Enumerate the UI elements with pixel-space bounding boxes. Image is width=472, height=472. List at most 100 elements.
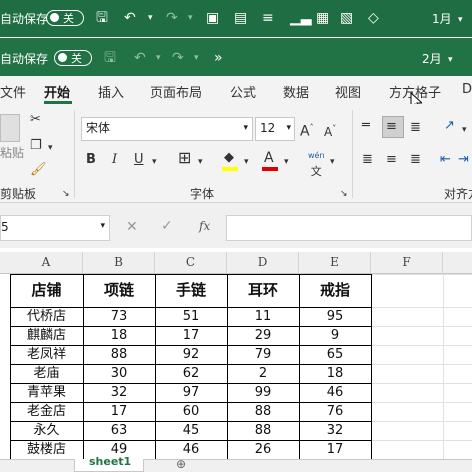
enter-icon[interactable]: ✓ [161,218,173,234]
undo-dropdown-icon[interactable]: ▾ [156,50,161,66]
tab-page-layout[interactable]: 页面布局 [150,82,202,101]
table-cell[interactable]: 60 [155,402,227,421]
table-cell[interactable]: 鼓楼店 [10,440,83,459]
table-cell[interactable]: 73 [83,307,155,326]
align-bottom-icon[interactable]: ≣ [410,120,421,136]
cancel-icon[interactable]: ✕ [126,219,138,235]
table-cell[interactable]: 46 [155,440,227,459]
table-header-cell[interactable]: 戒指 [299,274,371,307]
paste-button[interactable]: 粘贴 [0,144,24,161]
table-cell[interactable]: 9 [299,326,371,345]
table-cell[interactable]: 麒麟店 [10,326,83,345]
more-commands-icon[interactable]: » [214,50,223,66]
tab-data[interactable]: 数据 [283,82,309,101]
tab-file[interactable]: 文件 [0,82,26,101]
quick-access-icon-3[interactable]: ≡ [262,10,274,26]
table-cell[interactable]: 65 [299,345,371,364]
table-cell[interactable]: 18 [299,364,371,383]
paste-clipboard-icon[interactable] [0,114,20,142]
table-cell[interactable]: 32 [83,383,155,402]
table-cell[interactable]: 29 [227,326,299,345]
table-cell[interactable]: 62 [155,364,227,383]
autosave-toggle[interactable]: 关 [54,50,92,66]
font-name-select[interactable]: 宋体 ▾ [81,117,253,141]
table-cell[interactable]: 青苹果 [10,383,83,402]
table-cell[interactable]: 63 [83,421,155,440]
quick-access-icon-1[interactable]: ▣ [206,10,219,26]
table-cell[interactable]: 30 [83,364,155,383]
column-header-a[interactable]: A [10,252,83,274]
column-header-b[interactable]: B [83,252,155,274]
table-cell[interactable]: 2 [227,364,299,383]
autosave-toggle[interactable]: 关 [46,10,84,26]
orientation-dropdown-icon[interactable]: ▾ [462,122,467,138]
copy-icon[interactable]: ❐ [30,138,42,154]
table-cell[interactable]: 88 [227,421,299,440]
table-cell[interactable]: 46 [299,383,371,402]
table-cell[interactable]: 97 [155,383,227,402]
redo-dropdown-icon[interactable]: ▾ [194,50,199,66]
format-painter-icon[interactable]: 🖌 [30,162,47,178]
table-cell[interactable]: 17 [83,402,155,421]
fill-color-icon[interactable]: ◆ [224,150,234,166]
font-size-select[interactable]: 12 ▾ [255,117,295,141]
cut-icon[interactable]: ✂ [30,112,41,128]
filename-dropdown-icon[interactable]: ▾ [458,12,463,28]
table-cell[interactable]: 99 [227,383,299,402]
underline-button[interactable]: U [134,152,144,168]
redo-icon[interactable]: ↷ [172,50,184,66]
table-header-cell[interactable]: 耳环 [227,274,299,307]
table-cell[interactable]: 51 [155,307,227,326]
redo-icon[interactable]: ↷ [166,10,178,26]
decrease-indent-icon[interactable]: ⇤ [440,152,451,168]
tab-view[interactable]: 视图 [335,82,361,101]
table-cell[interactable]: 88 [227,402,299,421]
increase-indent-icon[interactable]: ⇥ [458,152,469,168]
underline-dropdown-icon[interactable]: ▾ [152,154,157,170]
table-cell[interactable]: 老凤祥 [10,345,83,364]
tab-more[interactable]: D [462,82,472,97]
copy-dropdown-icon[interactable]: ▾ [48,140,53,156]
column-header-f[interactable]: F [371,252,443,274]
align-center-icon[interactable]: ≡ [386,152,397,168]
table-cell[interactable]: 32 [299,421,371,440]
tab-home[interactable]: 开始 [44,82,70,101]
column-header-c[interactable]: C [155,252,227,274]
borders-icon[interactable]: ⊞ [178,150,191,166]
name-box[interactable]: 5 ▾ [0,215,110,241]
bold-button[interactable]: B [86,152,96,168]
align-top-icon[interactable]: ═ [362,118,370,134]
decrease-font-size-icon[interactable]: A˅ [324,121,336,140]
table-cell[interactable]: 11 [227,307,299,326]
font-color-icon[interactable]: A [264,150,274,166]
borders-dropdown-icon[interactable]: ▾ [198,154,203,170]
font-launcher-icon[interactable]: ↘ [340,186,348,202]
table-cell[interactable]: 代桥店 [10,307,83,326]
quick-access-icon-4[interactable]: ▁▃ [290,10,312,26]
italic-button[interactable]: I [112,152,117,168]
undo-icon[interactable]: ↶ [134,50,146,66]
add-sheet-icon[interactable]: ⊕ [176,457,186,471]
redo-dropdown-icon[interactable]: ▾ [188,10,193,26]
orientation-icon[interactable]: ↗ [444,118,455,134]
table-cell[interactable]: 老庙 [10,364,83,383]
table-header-cell[interactable]: 店铺 [10,274,83,307]
formula-input[interactable] [226,215,472,241]
table-cell[interactable]: 17 [299,440,371,459]
table-header-cell[interactable]: 手链 [155,274,227,307]
table-cell[interactable]: 老金店 [10,402,83,421]
undo-icon[interactable]: ↶ [124,10,136,26]
table-cell[interactable]: 18 [83,326,155,345]
column-header-d[interactable]: D [227,252,299,274]
table-cell[interactable]: 76 [299,402,371,421]
table-cell[interactable]: 45 [155,421,227,440]
align-right-icon[interactable]: ≣ [410,152,421,168]
table-cell[interactable]: 17 [155,326,227,345]
tab-formulas[interactable]: 公式 [230,82,256,101]
increase-font-size-icon[interactable]: A˄ [300,120,314,140]
table-cell[interactable]: 79 [227,345,299,364]
table-header-cell[interactable]: 项链 [83,274,155,307]
filename-dropdown-icon[interactable]: ▾ [448,52,453,68]
insert-function-button[interactable]: fx [199,219,210,233]
table-cell[interactable]: 95 [299,307,371,326]
